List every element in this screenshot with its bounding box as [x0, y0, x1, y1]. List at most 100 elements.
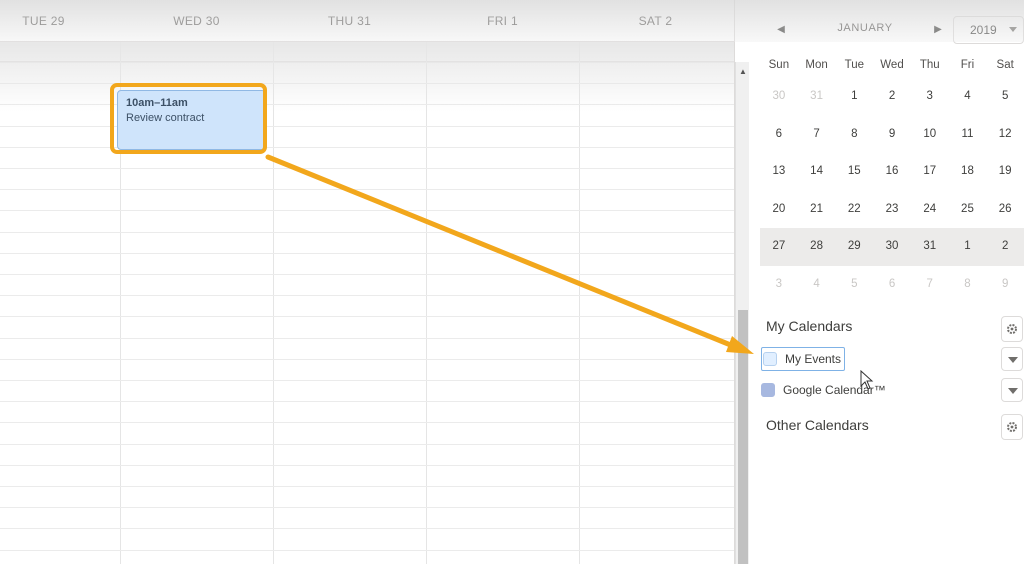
week-row: 6 7 8 9 10 11 12	[760, 116, 1024, 154]
chevron-left-icon[interactable]: ◀	[774, 21, 788, 37]
date-cell[interactable]: 29	[835, 228, 873, 266]
day-header-thu[interactable]: THU 31	[273, 0, 426, 42]
date-cell[interactable]: 17	[911, 153, 949, 191]
date-cell[interactable]: 6	[873, 266, 911, 304]
date-cell[interactable]: 7	[798, 116, 836, 154]
date-cell[interactable]: 28	[798, 228, 836, 266]
time-slot-line	[0, 486, 734, 487]
day-header-fri[interactable]: FRI 1	[426, 0, 579, 42]
week-header: TUE 29 WED 30 THU 31 FRI 1 SAT 2	[0, 0, 734, 42]
scroll-thumb[interactable]	[738, 310, 748, 564]
event-time: 10am–11am	[126, 97, 188, 109]
event-review-contract[interactable]: 10am–11am Review contract	[117, 90, 266, 150]
week-row: 13 14 15 16 17 18 19	[760, 153, 1024, 191]
side-panel: ◀ JANUARY ▶ 2019 Sun Mon Tue Wed Thu Fri…	[750, 0, 1024, 564]
date-cell[interactable]: 3	[760, 266, 798, 304]
date-cell[interactable]: 30	[873, 228, 911, 266]
calendar-label: Google Calendar™	[783, 383, 886, 397]
mini-calendar-nav: ◀ JANUARY ▶ 2019	[750, 14, 1024, 44]
day-header-tue[interactable]: TUE 29	[0, 0, 120, 42]
date-cell[interactable]: 23	[873, 191, 911, 229]
date-cell[interactable]: 13	[760, 153, 798, 191]
time-slot-line	[0, 62, 734, 63]
gear-icon[interactable]	[1001, 316, 1023, 342]
date-cell[interactable]: 30	[760, 78, 798, 116]
date-cell[interactable]: 24	[911, 191, 949, 229]
chevron-down-icon[interactable]	[1001, 378, 1023, 402]
time-slot-line	[0, 422, 734, 424]
date-cell[interactable]: 3	[911, 78, 949, 116]
time-slot-line	[0, 528, 734, 530]
date-cell[interactable]: 2	[873, 78, 911, 116]
date-cell[interactable]: 9	[873, 116, 911, 154]
date-cell[interactable]: 10	[911, 116, 949, 154]
chevron-right-icon[interactable]: ▶	[931, 21, 945, 37]
date-cell[interactable]: 11	[949, 116, 987, 154]
time-slot-line	[0, 168, 734, 169]
year-select[interactable]: 2019	[953, 16, 1024, 44]
date-cell[interactable]: 8	[835, 116, 873, 154]
gear-icon[interactable]	[1001, 414, 1023, 440]
date-cell[interactable]: 31	[798, 78, 836, 116]
date-cell[interactable]: 4	[949, 78, 987, 116]
date-cell[interactable]: 7	[911, 266, 949, 304]
weekday-label: Fri	[960, 59, 975, 71]
week-row: 30 31 1 2 3 4 5	[760, 78, 1024, 116]
calendar-color-swatch[interactable]	[761, 383, 775, 397]
date-cell[interactable]: 20	[760, 191, 798, 229]
scroll-up-icon[interactable]: ▲	[736, 64, 750, 78]
day-header-sat[interactable]: SAT 2	[579, 0, 732, 42]
day-header-wed[interactable]: WED 30	[120, 0, 273, 42]
calendar-item-my-events[interactable]: My Events	[761, 347, 846, 371]
month-label: JANUARY	[837, 22, 893, 34]
date-cell[interactable]: 9	[986, 266, 1024, 304]
calendar-item-google[interactable]: Google Calendar™	[761, 378, 886, 402]
date-cell[interactable]: 31	[911, 228, 949, 266]
date-cell[interactable]: 12	[986, 116, 1024, 154]
date-cell[interactable]: 22	[835, 191, 873, 229]
event-title: Review contract	[126, 112, 205, 124]
time-slot-line	[0, 125, 734, 127]
date-cell[interactable]: 27	[760, 228, 798, 266]
week-row: 20 21 22 23 24 25 26	[760, 191, 1024, 229]
weekday-label: Mon	[805, 59, 828, 71]
year-value: 2019	[970, 23, 997, 37]
calendar-color-swatch[interactable]	[763, 352, 777, 366]
time-slot-line	[0, 210, 734, 212]
date-cell[interactable]: 18	[949, 153, 987, 191]
date-cell[interactable]: 5	[835, 266, 873, 304]
chevron-down-icon[interactable]	[1001, 347, 1023, 371]
date-cell[interactable]: 5	[986, 78, 1024, 116]
date-cell[interactable]: 21	[798, 191, 836, 229]
date-cell[interactable]: 25	[949, 191, 987, 229]
time-slot-line	[0, 252, 734, 254]
chevron-down-icon	[1009, 27, 1017, 32]
date-cell[interactable]: 16	[873, 153, 911, 191]
date-cell[interactable]: 14	[798, 153, 836, 191]
week-view: TUE 29 WED 30 THU 31 FRI 1 SAT 2 10am–11…	[0, 0, 735, 564]
date-cell[interactable]: 1	[949, 228, 987, 266]
time-slot-line	[0, 146, 734, 148]
date-cell[interactable]: 8	[949, 266, 987, 304]
other-calendars-title: Other Calendars	[766, 417, 869, 433]
week-row: 3 4 5 6 7 8 9	[760, 266, 1024, 304]
date-cell[interactable]: 26	[986, 191, 1024, 229]
date-cell[interactable]: 6	[760, 116, 798, 154]
time-slot-line	[0, 507, 734, 509]
my-calendars-title: My Calendars	[766, 318, 853, 334]
date-cell[interactable]: 1	[835, 78, 873, 116]
date-cell[interactable]: 15	[835, 153, 873, 191]
time-slot-line	[0, 104, 734, 106]
date-cell[interactable]: 4	[798, 266, 836, 304]
weekday-label: Thu	[919, 59, 940, 71]
weekday-label: Tue	[844, 59, 864, 71]
date-cell[interactable]: 19	[986, 153, 1024, 191]
date-cell[interactable]: 2	[986, 228, 1024, 266]
time-slot-line	[0, 443, 734, 445]
current-week-row: 27 28 29 30 31 1 2	[760, 228, 1024, 266]
time-slot-line	[0, 380, 734, 381]
time-slot-line	[0, 83, 734, 85]
all-day-row[interactable]	[0, 42, 734, 62]
time-slot-line	[0, 358, 734, 360]
week-scrollbar[interactable]: ▲	[735, 62, 749, 564]
